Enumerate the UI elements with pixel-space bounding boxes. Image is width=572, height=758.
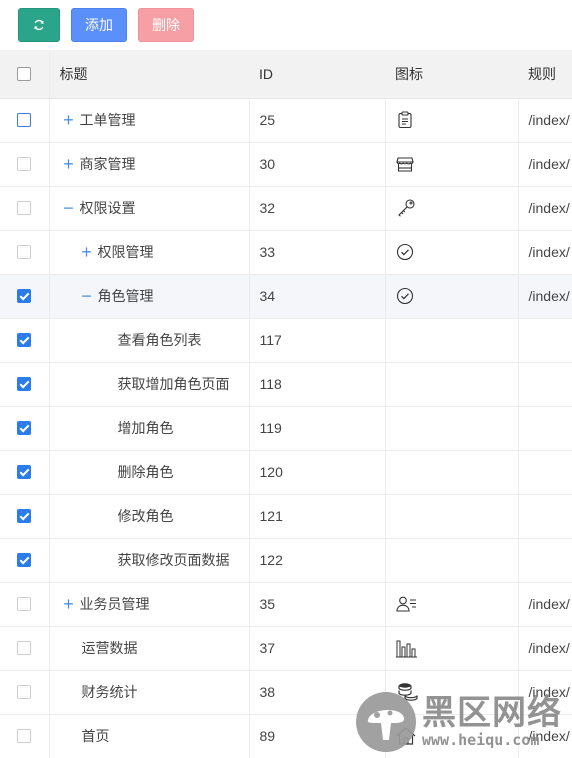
row-checkbox[interactable]: [17, 157, 31, 171]
expand-toggle[interactable]: +: [60, 155, 78, 173]
row-id: 121: [249, 494, 386, 539]
row-title: 工单管理: [79, 112, 136, 128]
watermark-url: www.heiqu.com: [422, 731, 540, 749]
store-icon: [395, 155, 518, 173]
refresh-button[interactable]: [18, 8, 60, 42]
row-checkbox[interactable]: [17, 113, 31, 127]
table-row[interactable]: + 商家管理 30 /index/: [0, 142, 572, 187]
table-row[interactable]: 删除角色 120: [0, 450, 572, 495]
row-checkbox[interactable]: [17, 597, 31, 611]
row-checkbox[interactable]: [17, 289, 31, 303]
row-title: 增加角色: [117, 420, 174, 436]
table-row[interactable]: 修改角色 121: [0, 494, 572, 539]
row-checkbox[interactable]: [17, 465, 31, 479]
row-title: 商家管理: [79, 156, 136, 172]
table-row[interactable]: + 业务员管理 35 /index/: [0, 582, 572, 627]
row-checkbox[interactable]: [17, 333, 31, 347]
row-title: 获取修改页面数据: [117, 552, 230, 568]
check-circle-icon: [396, 243, 518, 261]
row-id: 33: [249, 230, 386, 275]
row-checkbox[interactable]: [17, 377, 31, 391]
row-checkbox[interactable]: [17, 685, 31, 699]
header-rule[interactable]: 规则: [518, 50, 572, 99]
row-rule: [518, 362, 572, 407]
delete-button[interactable]: 删除: [138, 8, 194, 42]
row-id: 37: [249, 626, 386, 671]
row-title: 修改角色: [117, 508, 174, 524]
row-checkbox[interactable]: [17, 729, 31, 743]
row-checkbox[interactable]: [17, 421, 31, 435]
table-row[interactable]: 增加角色 119: [0, 406, 572, 451]
table-row[interactable]: 获取修改页面数据 122: [0, 538, 572, 583]
collapse-toggle[interactable]: −: [78, 287, 96, 305]
row-rule: /index/: [518, 142, 572, 187]
row-checkbox[interactable]: [17, 245, 31, 259]
row-id: 35: [249, 582, 386, 627]
mushroom-logo-icon: [356, 692, 416, 752]
row-id: 25: [249, 98, 386, 143]
clipboard-icon: [396, 111, 518, 129]
row-title: 角色管理: [97, 288, 154, 304]
expand-toggle[interactable]: +: [78, 243, 96, 261]
row-title: 获取增加角色页面: [117, 376, 230, 392]
refresh-icon: [33, 19, 45, 31]
collapse-toggle[interactable]: −: [60, 199, 78, 217]
toolbar: 添加 删除: [0, 0, 572, 50]
row-rule: /index/: [518, 626, 572, 671]
watermark: 黑区网络 www.heiqu.com: [356, 692, 562, 752]
row-id: 118: [249, 362, 386, 407]
row-id: 120: [249, 450, 386, 495]
add-button[interactable]: 添加: [71, 8, 127, 42]
table-row[interactable]: 查看角色列表 117: [0, 318, 572, 363]
table-row[interactable]: + 工单管理 25 /index/: [0, 98, 572, 143]
row-rule: [518, 538, 572, 583]
row-rule: /index/: [518, 582, 572, 627]
row-id: 122: [249, 538, 386, 583]
header-icon[interactable]: 图标: [385, 50, 518, 99]
row-title: 查看角色列表: [117, 332, 202, 348]
row-checkbox[interactable]: [17, 553, 31, 567]
bar-chart-icon: [395, 638, 518, 658]
row-rule: [518, 450, 572, 495]
check-circle-icon: [396, 287, 518, 305]
permission-table: 标题 ID 图标 规则 + 工单管理 25 /index/ + 商家管理 30 /i…: [0, 50, 572, 758]
row-title: 权限设置: [79, 200, 136, 216]
user-list-icon: [395, 595, 518, 613]
row-checkbox[interactable]: [17, 509, 31, 523]
row-title: 删除角色: [117, 464, 174, 480]
header-id[interactable]: ID: [249, 50, 385, 99]
row-rule: [518, 318, 572, 363]
header-title[interactable]: 标题: [49, 50, 249, 99]
row-title: 权限管理: [97, 244, 154, 260]
select-all-checkbox[interactable]: [17, 66, 31, 81]
row-id: 32: [249, 186, 386, 231]
row-title: 业务员管理: [79, 596, 150, 612]
row-checkbox[interactable]: [17, 641, 31, 655]
row-title: 运营数据: [81, 640, 138, 656]
table-row[interactable]: − 角色管理 34 /index/: [0, 274, 572, 319]
table-header-row: 标题 ID 图标 规则: [0, 50, 572, 99]
row-rule: /index/: [518, 98, 572, 143]
table-row[interactable]: − 权限设置 32 /index/: [0, 186, 572, 231]
row-title: 财务统计: [81, 684, 138, 700]
row-title: 首页: [81, 728, 110, 744]
row-rule: /index/: [518, 230, 572, 275]
row-id: 34: [249, 274, 386, 319]
watermark-text: 黑区网络: [422, 693, 562, 733]
table-row[interactable]: 运营数据 37 /index/: [0, 626, 572, 671]
row-id: 117: [249, 318, 386, 363]
row-rule: /index/: [518, 274, 572, 319]
row-rule: [518, 494, 572, 539]
expand-toggle[interactable]: +: [60, 595, 78, 613]
key-icon: [396, 199, 518, 217]
row-rule: [518, 406, 572, 451]
expand-toggle[interactable]: +: [60, 111, 78, 129]
row-checkbox[interactable]: [17, 201, 31, 215]
table-row[interactable]: 获取增加角色页面 118: [0, 362, 572, 407]
row-id: 119: [249, 406, 386, 451]
table-row[interactable]: + 权限管理 33 /index/: [0, 230, 572, 275]
row-id: 30: [249, 142, 386, 187]
row-rule: /index/: [518, 186, 572, 231]
